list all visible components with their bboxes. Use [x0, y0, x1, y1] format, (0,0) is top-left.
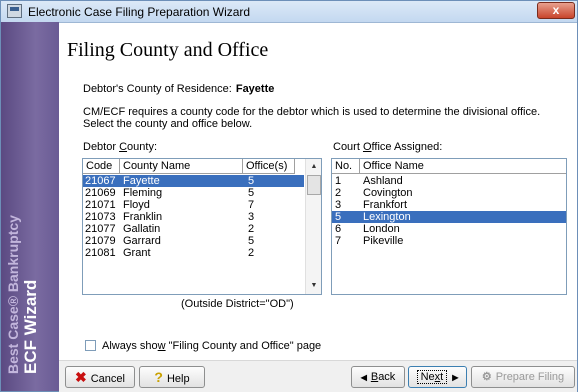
office-cell-name: Frankfort	[363, 199, 408, 211]
office-cell-name: Covington	[363, 187, 413, 199]
next-button[interactable]: Next ▶	[408, 366, 467, 388]
county-cell-name: Gallatin	[123, 223, 161, 235]
county-row[interactable]: 21077 Gallatin 2	[83, 223, 304, 235]
sidebar-banner: Best Case® Bankruptcy ECF Wizard	[1, 22, 59, 391]
close-button[interactable]: x	[537, 2, 575, 19]
office-row[interactable]: 5 Lexington	[332, 211, 566, 223]
county-cell-office: 5	[248, 187, 255, 199]
window-title: Electronic Case Filing Preparation Wizar…	[28, 5, 251, 19]
office-row[interactable]: 2 Covington	[332, 187, 566, 199]
office-row[interactable]: 3 Frankfort	[332, 199, 566, 211]
county-row[interactable]: 21067 Fayette 5	[83, 175, 304, 187]
question-icon: ?	[154, 369, 163, 385]
office-cell-no: 6	[335, 223, 342, 235]
residence-line: Debtor's County of Residence: Fayette	[83, 83, 274, 95]
county-cell-code: 21067	[85, 175, 116, 187]
col-header-county-name[interactable]: County Name	[120, 159, 243, 174]
scroll-up-arrow-icon[interactable]: ▲	[306, 159, 321, 175]
help-button[interactable]: ? Help	[139, 366, 205, 388]
wizard-window: Electronic Case Filing Preparation Wizar…	[0, 0, 578, 392]
page-title: Filing County and Office	[67, 39, 269, 61]
description-text: CM/ECF requires a county code for the de…	[83, 106, 541, 130]
always-show-checkbox[interactable]	[85, 340, 96, 351]
always-show-label[interactable]: Always show "Filing County and Office" p…	[102, 340, 321, 352]
county-cell-code: 21069	[85, 187, 116, 199]
debtor-county-label: Debtor County:	[83, 141, 157, 153]
office-cell-no: 2	[335, 187, 342, 199]
county-row[interactable]: 21073 Franklin 3	[83, 211, 304, 223]
office-cell-no: 5	[335, 211, 342, 223]
x-icon: ✖	[75, 369, 87, 385]
wizard-content: Filing County and Office Debtor's County…	[59, 22, 577, 391]
county-cell-name: Floyd	[123, 199, 150, 211]
outside-district-note: (Outside District="OD")	[181, 298, 294, 310]
brand-line-2: ECF Wizard	[21, 279, 40, 374]
office-cell-name: Ashland	[363, 175, 403, 187]
county-cell-office: 2	[248, 247, 255, 259]
county-row[interactable]: 21079 Garrard 5	[83, 235, 304, 247]
residence-value: Fayette	[235, 83, 275, 95]
app-icon	[7, 4, 22, 18]
county-cell-code: 21073	[85, 211, 116, 223]
county-cell-code: 21079	[85, 235, 116, 247]
county-listbox[interactable]: Code County Name Office(s) 21067 Fayette 5…	[82, 158, 322, 295]
county-cell-name: Fleming	[123, 187, 163, 199]
county-row[interactable]: 21081 Grant 2	[83, 247, 304, 259]
col-header-office-name[interactable]: Office Name	[360, 159, 566, 174]
county-cell-name: Garrard	[123, 235, 161, 247]
office-cell-no: 7	[335, 235, 342, 247]
county-row[interactable]: 21071 Floyd 7	[83, 199, 304, 211]
county-cell-office: 5	[248, 175, 255, 187]
scroll-thumb[interactable]	[307, 175, 321, 195]
county-cell-code: 21077	[85, 223, 116, 235]
office-row[interactable]: 7 Pikeville	[332, 235, 566, 247]
button-bar: ✖ Cancel ? Help ◀ Back Next ▶ ⚙ Prepare Filin…	[59, 360, 577, 392]
county-scrollbar[interactable]: ▲ ▼	[305, 159, 321, 294]
office-cell-name: London	[363, 223, 400, 235]
county-cell-office: 5	[248, 235, 255, 247]
county-cell-name: Fayette	[123, 175, 160, 187]
county-cell-code: 21081	[85, 247, 116, 259]
col-header-code[interactable]: Code	[83, 159, 120, 174]
county-row[interactable]: 21069 Fleming 5	[83, 187, 304, 199]
county-cell-office: 2	[248, 223, 255, 235]
brand-line-1: Best Case® Bankruptcy	[5, 215, 21, 374]
prepare-filing-button[interactable]: ⚙ Prepare Filing	[471, 366, 575, 388]
back-button[interactable]: ◀ Back	[351, 366, 405, 388]
office-cell-name: Pikeville	[363, 235, 404, 247]
county-cell-office: 7	[248, 199, 255, 211]
office-row[interactable]: 1 Ashland	[332, 175, 566, 187]
arrow-right-icon: ▶	[452, 373, 459, 382]
brand-text: Best Case® Bankruptcy ECF Wizard	[5, 215, 41, 374]
gear-icon: ⚙	[481, 371, 492, 383]
county-cell-name: Franklin	[123, 211, 163, 223]
office-cell-name: Lexington	[363, 211, 411, 223]
arrow-left-icon: ◀	[360, 373, 367, 382]
office-row[interactable]: 6 London	[332, 223, 566, 235]
col-header-no[interactable]: No.	[332, 159, 360, 174]
scroll-down-arrow-icon[interactable]: ▼	[306, 278, 321, 294]
county-cell-code: 21071	[85, 199, 116, 211]
county-cell-office: 3	[248, 211, 255, 223]
office-cell-no: 3	[335, 199, 342, 211]
col-header-offices[interactable]: Office(s)	[243, 159, 295, 174]
title-bar[interactable]: Electronic Case Filing Preparation Wizar…	[1, 1, 577, 23]
residence-label: Debtor's County of Residence:	[83, 83, 232, 95]
office-listbox[interactable]: No. Office Name 1 Ashland 2 Covington 3 Frank…	[331, 158, 567, 295]
office-cell-no: 1	[335, 175, 342, 187]
county-cell-name: Grant	[123, 247, 151, 259]
court-office-label: Court Office Assigned:	[333, 141, 443, 153]
cancel-button[interactable]: ✖ Cancel	[65, 366, 135, 388]
